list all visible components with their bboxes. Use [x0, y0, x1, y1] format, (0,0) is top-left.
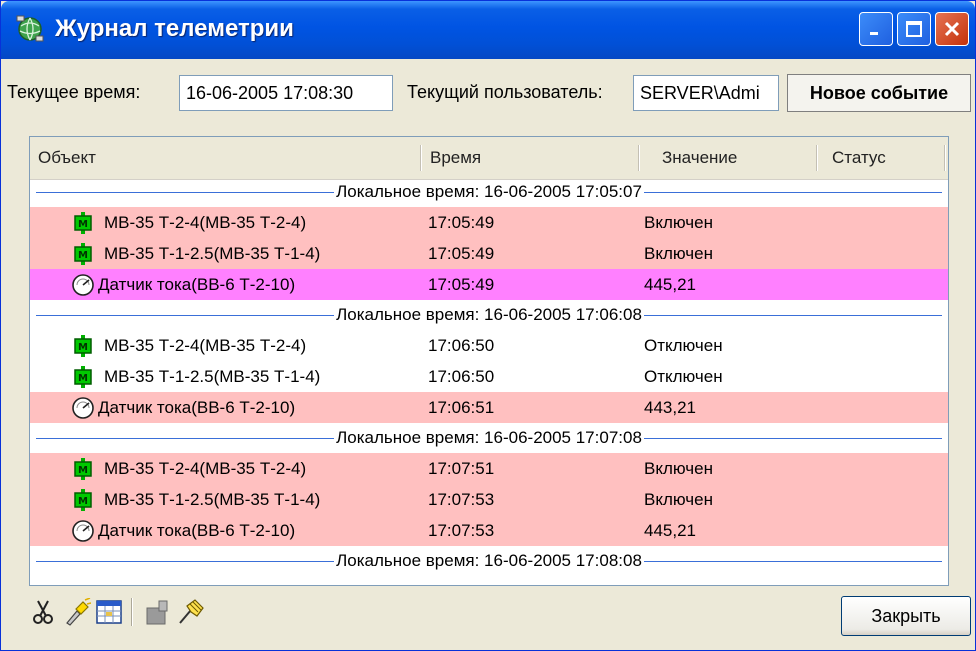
scissors-icon[interactable] [29, 598, 57, 626]
switch-icon: M [72, 366, 94, 388]
gauge-icon [70, 274, 94, 296]
telemetry-log-window: Журнал телеметрии Текущее время: 16-06-2… [0, 0, 976, 651]
flashlight-icon[interactable] [63, 598, 91, 626]
table-row[interactable]: M МВ-35 Т-1-2.5(МВ-35 Т-1-4) 17:07:53 Вк… [30, 484, 948, 515]
gauge-icon [70, 397, 94, 419]
cell-value: Отключен [644, 367, 723, 386]
svg-text:M: M [78, 250, 88, 261]
svg-text:M: M [78, 219, 88, 230]
cell-time: 17:05:49 [428, 275, 495, 294]
cell-time: 17:05:49 [428, 244, 495, 263]
column-header-time[interactable]: Время [422, 137, 638, 179]
new-event-button[interactable]: Новое событие [787, 74, 971, 112]
window-title: Журнал телеметрии [55, 15, 294, 42]
table-row[interactable]: Датчик тока(ВВ-6 Т-2-10) 17:07:53 445,21 [30, 515, 948, 546]
cell-time: 17:07:51 [428, 459, 495, 478]
cell-object: МВ-35 Т-2-4(МВ-35 Т-2-4) [104, 459, 307, 478]
time-group-separator: Локальное время: 16-06-2005 17:06:08 [30, 300, 948, 330]
svg-text:M: M [78, 373, 88, 384]
current-user-label: Текущий пользователь: [407, 82, 603, 102]
cell-value: Включен [644, 459, 713, 478]
current-user-field[interactable]: SERVER\Admi [633, 75, 779, 111]
column-divider[interactable] [944, 145, 946, 171]
current-time-label: Текущее время: [7, 82, 141, 102]
separator-label: Локальное время: 16-06-2005 17:05:07 [334, 182, 644, 201]
maximize-icon [906, 21, 922, 37]
cell-time: 17:07:53 [428, 521, 495, 540]
table-row[interactable]: M МВ-35 Т-1-2.5(МВ-35 Т-1-4) 17:06:50 От… [30, 361, 948, 392]
cell-value: Включен [644, 244, 713, 263]
svg-text:M: M [78, 496, 88, 507]
cell-object: МВ-35 Т-2-4(МВ-35 Т-2-4) [104, 213, 307, 232]
cell-object: МВ-35 Т-1-2.5(МВ-35 Т-1-4) [104, 490, 321, 509]
minimize-icon [870, 32, 878, 35]
separator-label: Локальное время: 16-06-2005 17:06:08 [334, 305, 644, 324]
cell-object: Датчик тока(ВВ-6 Т-2-10) [98, 521, 296, 540]
column-header-object[interactable]: Объект [30, 137, 420, 179]
close-x-icon [944, 21, 960, 37]
table-icon[interactable] [95, 598, 123, 626]
title-bar[interactable]: Журнал телеметрии [1, 1, 975, 59]
time-group-separator: Локальное время: 16-06-2005 17:05:07 [30, 177, 948, 207]
table-row[interactable]: M МВ-35 Т-1-2.5(МВ-35 Т-1-4) 17:05:49 Вк… [30, 238, 948, 269]
column-header-status[interactable]: Статус [824, 137, 944, 179]
table-row[interactable]: M МВ-35 Т-2-4(МВ-35 Т-2-4) 17:07:51 Вклю… [30, 453, 948, 484]
table-row[interactable]: M МВ-35 Т-2-4(МВ-35 Т-2-4) 17:06:50 Откл… [30, 330, 948, 361]
cell-value: 443,21 [644, 398, 696, 417]
key-icon[interactable] [143, 598, 171, 626]
cell-time: 17:07:53 [428, 490, 495, 509]
separator-label: Локальное время: 16-06-2005 17:08:08 [334, 551, 644, 570]
cell-value: 445,21 [644, 521, 696, 540]
current-time-field[interactable]: 16-06-2005 17:08:30 [179, 75, 393, 111]
switch-icon: M [72, 489, 94, 511]
table-row[interactable]: M МВ-35 Т-2-4(МВ-35 Т-2-4) 17:05:49 Вклю… [30, 207, 948, 238]
cell-object: МВ-35 Т-2-4(МВ-35 Т-2-4) [104, 336, 307, 355]
switch-icon: M [72, 335, 94, 357]
toolbar-divider [131, 598, 133, 626]
gauge-icon [70, 520, 94, 542]
table-row[interactable]: Датчик тока(ВВ-6 Т-2-10) 17:05:49 445,21 [30, 269, 948, 300]
column-divider[interactable] [638, 145, 640, 171]
settings-hand-icon[interactable] [177, 598, 205, 626]
cell-time: 17:06:51 [428, 398, 495, 417]
cell-time: 17:06:50 [428, 367, 495, 386]
time-group-separator: Локальное время: 16-06-2005 17:07:08 [30, 423, 948, 453]
minimize-button[interactable] [859, 12, 893, 46]
globe-network-icon [16, 15, 44, 42]
close-button[interactable]: Закрыть [841, 596, 971, 636]
cell-object: Датчик тока(ВВ-6 Т-2-10) [98, 275, 296, 294]
separator-label: Локальное время: 16-06-2005 17:07:08 [334, 428, 644, 447]
cell-time: 17:06:50 [428, 336, 495, 355]
cell-value: Включен [644, 213, 713, 232]
cell-object: МВ-35 Т-1-2.5(МВ-35 Т-1-4) [104, 367, 321, 386]
cell-value: Включен [644, 490, 713, 509]
cell-object: Датчик тока(ВВ-6 Т-2-10) [98, 398, 296, 417]
time-group-separator: Локальное время: 16-06-2005 17:08:08 [30, 546, 948, 576]
cell-time: 17:05:49 [428, 213, 495, 232]
event-list[interactable]: Объект Время Значение Статус Локальное в… [29, 136, 949, 586]
table-row[interactable]: Датчик тока(ВВ-6 Т-2-10) 17:06:51 443,21 [30, 392, 948, 423]
cell-object: МВ-35 Т-1-2.5(МВ-35 Т-1-4) [104, 244, 321, 263]
switch-icon: M [72, 212, 94, 234]
close-window-button[interactable] [935, 12, 969, 46]
switch-icon: M [72, 243, 94, 265]
switch-icon: M [72, 458, 94, 480]
cell-value: 445,21 [644, 275, 696, 294]
cell-value: Отключен [644, 336, 723, 355]
svg-text:M: M [78, 465, 88, 476]
column-divider[interactable] [816, 145, 818, 171]
svg-text:M: M [78, 342, 88, 353]
column-header-value[interactable]: Значение [654, 137, 822, 179]
maximize-button[interactable] [897, 12, 931, 46]
list-header: Объект Время Значение Статус [30, 137, 948, 180]
